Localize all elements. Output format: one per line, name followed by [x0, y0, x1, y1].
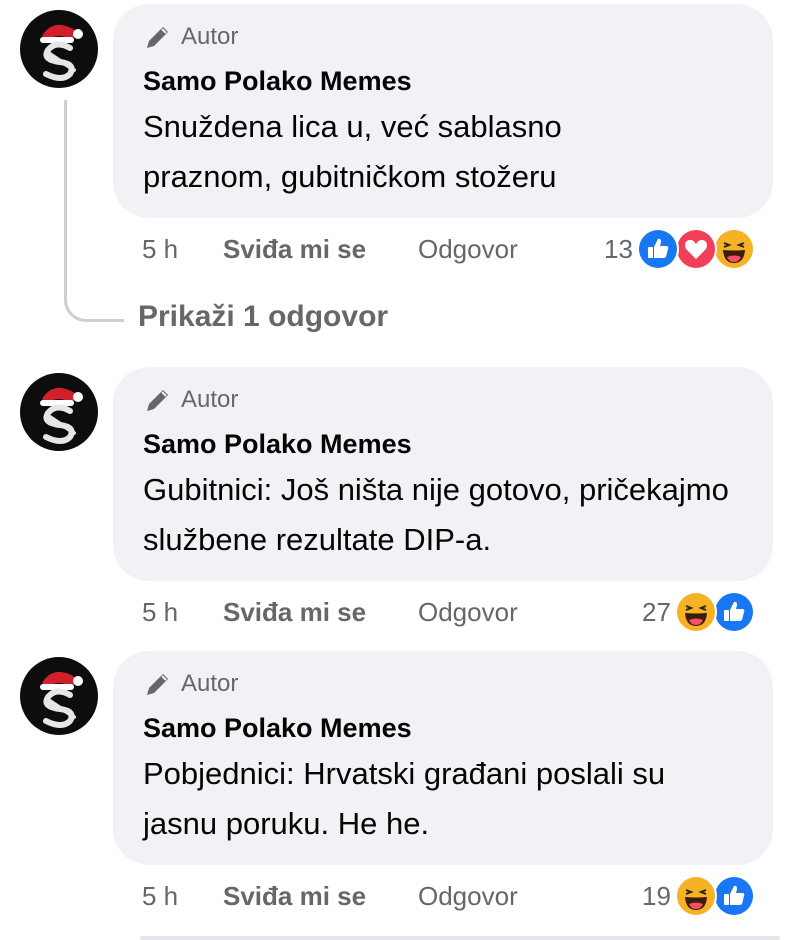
comment-text: Snuždena lica u, već sablasno praznom, g… — [143, 109, 562, 194]
comment-bubble: Autor Samo Polako Memes Pobjednici: Hrva… — [113, 651, 773, 865]
next-comment-edge — [140, 936, 780, 940]
comment-actions: 5 h Sviđa mi se Odgovor — [142, 879, 518, 913]
reaction-count: 27 — [642, 596, 671, 627]
author-badge: Autor — [143, 669, 743, 699]
reaction-summary[interactable]: 13 — [604, 227, 755, 271]
author-badge: Autor — [143, 22, 743, 52]
comment-text: Gubitnici: Još ništa nije gotovo, priček… — [143, 472, 729, 557]
haha-icon — [674, 591, 717, 633]
reaction-summary[interactable]: 19 — [642, 874, 755, 918]
comment-text: Pobjednici: Hrvatski građani poslali su … — [143, 756, 666, 841]
author-name[interactable]: Samo Polako Memes — [143, 713, 743, 743]
reply-button[interactable]: Odgovor — [418, 597, 518, 628]
like-icon — [712, 591, 755, 633]
reaction-summary[interactable]: 27 — [642, 590, 755, 634]
comment-bubble: Autor Samo Polako Memes Gubitnici: Još n… — [113, 367, 773, 581]
pencil-icon — [147, 27, 168, 48]
comment-bubble: Autor Samo Polako Memes Snuždena lica u,… — [113, 4, 773, 218]
like-icon — [636, 228, 679, 270]
reply-button[interactable]: Odgovor — [418, 234, 518, 265]
like-icon — [712, 875, 755, 917]
avatar[interactable] — [20, 657, 98, 735]
reaction-count: 19 — [642, 880, 671, 911]
pencil-icon — [147, 390, 168, 411]
comment-time[interactable]: 5 h — [142, 881, 223, 912]
pencil-icon — [147, 674, 168, 695]
avatar[interactable] — [20, 10, 98, 88]
author-badge: Autor — [143, 385, 743, 415]
like-button[interactable]: Sviđa mi se — [223, 881, 418, 912]
like-button[interactable]: Sviđa mi se — [223, 234, 418, 265]
author-name[interactable]: Samo Polako Memes — [143, 66, 743, 96]
love-icon — [674, 228, 717, 270]
reply-button[interactable]: Odgovor — [418, 881, 518, 912]
badge-label: Autor — [181, 386, 239, 413]
haha-icon — [712, 228, 755, 270]
comment-time[interactable]: 5 h — [142, 597, 223, 628]
author-name[interactable]: Samo Polako Memes — [143, 429, 743, 459]
comment-actions: 5 h Sviđa mi se Odgovor — [142, 232, 518, 266]
reaction-count: 13 — [604, 233, 633, 264]
haha-icon — [674, 875, 717, 917]
show-replies-link[interactable]: Prikaži 1 odgovor — [138, 300, 388, 334]
comment-actions: 5 h Sviđa mi se Odgovor — [142, 595, 518, 629]
like-button[interactable]: Sviđa mi se — [223, 597, 418, 628]
comment-time[interactable]: 5 h — [142, 234, 223, 265]
badge-label: Autor — [181, 670, 239, 697]
avatar[interactable] — [20, 373, 98, 451]
badge-label: Autor — [181, 23, 239, 50]
